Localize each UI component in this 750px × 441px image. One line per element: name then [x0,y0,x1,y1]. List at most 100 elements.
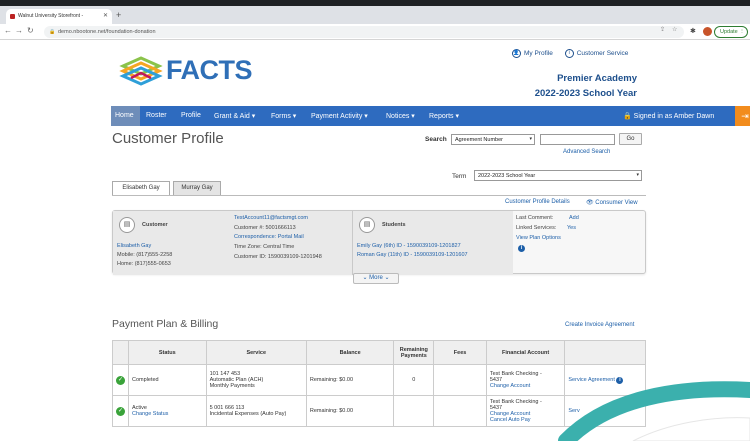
column-header [112,340,129,365]
nav-forms[interactable]: Forms ▾ [271,112,296,120]
address-bar[interactable]: 🔒 demo.nbootone.net/foundation-donation [44,26,684,38]
tab-murray-gay[interactable]: Murray Gay [173,181,221,195]
nav-grant-aid[interactable]: Grant & Aid ▾ [214,112,255,120]
fees-cell [433,395,487,427]
forward-icon[interactable]: → [15,26,23,35]
lock-icon: 🔒 [623,113,632,120]
service-agreement-link[interactable]: Service Agreement [568,377,614,383]
top-links: 👤 My Profile i Customer Service [512,49,628,58]
balance-cell: Remaining: $0.00 [305,395,395,427]
student-link-roman[interactable]: Roman Gay (11th) ID - 1590039109-1201607 [357,252,468,258]
column-header [564,340,646,365]
chevron-down-icon: ⌄ [384,275,390,281]
info-icon[interactable]: i [616,376,624,384]
chevron-down-icon: ▾ [529,136,532,142]
students-card: ▤ Students Emily Gay (6th) ID - 15900391… [352,211,513,275]
back-icon[interactable]: ← [4,26,12,35]
facts-logo-mark-icon [119,56,163,86]
chevron-down-icon: ⌄ [362,275,368,281]
service-frequency: Monthly Payments [209,383,255,389]
customer-service-link[interactable]: i Customer Service [564,49,628,58]
cancel-auto-pay-link[interactable]: Cancel Auto Pay [490,417,562,423]
term-select[interactable]: 2022-2023 School Year ▾ [474,170,642,181]
balance-cell: Remaining: $0.00 [305,364,395,396]
info-icon[interactable]: i [518,245,525,252]
tab-divider [112,195,646,196]
change-status-link[interactable]: Change Status [132,411,203,417]
more-button[interactable]: ⌄ More ⌄ [353,273,399,284]
logout-icon: ⇥ [741,111,749,121]
main-nav: Home Roster Profile Grant & Aid ▾ Forms … [111,106,750,126]
search-type-select[interactable]: Agreement Number ▾ [451,134,535,145]
nav-home[interactable]: Home [111,106,140,126]
tab-elisabeth-gay[interactable]: Elisabeth Gay [112,181,170,195]
address-row: ← → ↻ 🔒 demo.nbootone.net/foundation-don… [0,24,750,40]
term-label: Term [452,173,467,180]
search-input[interactable] [540,134,615,145]
update-button[interactable]: Update ⋮ [714,26,748,38]
column-header: Remaining Payments [393,340,435,365]
change-account-link[interactable]: Change Account [490,383,562,389]
facts-logo[interactable]: FACTS [119,54,259,86]
billing-section-title: Payment Plan & Billing [112,318,219,330]
linked-services-label: Linked Services: [516,225,557,231]
customer-profile-details-link[interactable]: Customer Profile Details [505,199,570,205]
advanced-search-link[interactable]: Advanced Search [563,149,610,155]
logout-button[interactable]: ⇥ [735,106,750,126]
billing-table: Status Service Balance Remaining Payment… [112,340,646,427]
school-name: Premier Academy [557,73,637,84]
linked-services-value[interactable]: Yes [567,225,576,231]
customer-card: ▤ Customer Elisabeth Gay Mobile: (817)55… [113,211,352,275]
financial-account-cell: Test Bank Checking - 5437 Change Account… [485,395,566,427]
extensions-icon[interactable]: ✱ [690,27,696,35]
nav-payment-activity[interactable]: Payment Activity ▾ [311,112,368,120]
customer-card-icon: ▤ [119,217,135,233]
favicon-icon [10,14,15,19]
customer-number: Customer #: 5001666113 [234,225,296,231]
chevron-down-icon: ▾ [636,172,639,178]
go-button[interactable]: Go [619,133,642,145]
my-profile-link[interactable]: 👤 My Profile [512,49,553,58]
column-header: Service [205,340,307,365]
add-comment-link[interactable]: Add [569,215,579,221]
status-cell: Active Change Status [128,395,207,427]
consumer-view-link[interactable]: 👁 Consumer View [586,199,638,206]
nav-notices[interactable]: Notices ▾ [386,112,415,120]
page-title: Customer Profile [112,130,224,147]
correspondence-link[interactable]: Correspondence: Portal Mail [234,234,304,240]
screen: Walnut University Storefront - ✕ + ← → ↻… [0,0,750,441]
view-plan-options-link[interactable]: View Plan Options [516,235,561,241]
student-link-emily[interactable]: Emily Gay (6th) ID - 1590039109-1201827 [357,243,461,249]
eye-icon: 👁 [586,200,594,206]
customer-email-link[interactable]: TestAccount11@factsmgt.com [234,215,308,221]
close-tab-icon[interactable]: ✕ [103,12,108,19]
browser-tab[interactable]: Walnut University Storefront - ✕ [6,9,112,24]
create-invoice-link[interactable]: Create Invoice Agreement [565,322,634,328]
service-type: Incidental Expenses (Auto Pay) [209,411,287,417]
column-header: Balance [305,340,395,365]
signed-in-status: 🔒 Signed in as Amber Dawn [623,113,715,120]
customer-mobile: Mobile: (817)555-2258 [117,252,173,258]
profile-avatar[interactable] [703,27,712,36]
customer-id: Customer ID: 1590039109-1201948 [234,254,322,260]
reload-icon[interactable]: ↻ [27,26,34,35]
bookmark-star-icon[interactable]: ☆ [672,26,677,33]
nav-profile[interactable]: Profile [181,112,201,119]
customer-name-link[interactable]: Elisabeth Gay [117,243,151,249]
service-agreement-link[interactable]: Serv [568,408,579,414]
search-label: Search [425,136,447,143]
students-card-icon: ▤ [359,217,375,233]
table-row: ✓ Active Change Status 5 001 666 113 Inc… [112,395,646,427]
nav-roster[interactable]: Roster [146,112,167,119]
new-tab-icon[interactable]: + [116,10,121,20]
share-icon[interactable]: ⇪ [660,26,665,33]
status-cell: Completed [128,364,207,396]
table-row: ✓ Completed 101 147 453 Automatic Plan (… [112,364,646,396]
column-header: Financial Account [485,340,566,365]
lock-icon: 🔒 [49,29,56,35]
fees-cell [433,364,487,396]
monitor-bezel [0,0,750,6]
status-icon-cell: ✓ [112,395,129,427]
school-info: Premier Academy 2022-2023 School Year [535,73,637,99]
nav-reports[interactable]: Reports ▾ [429,112,459,120]
